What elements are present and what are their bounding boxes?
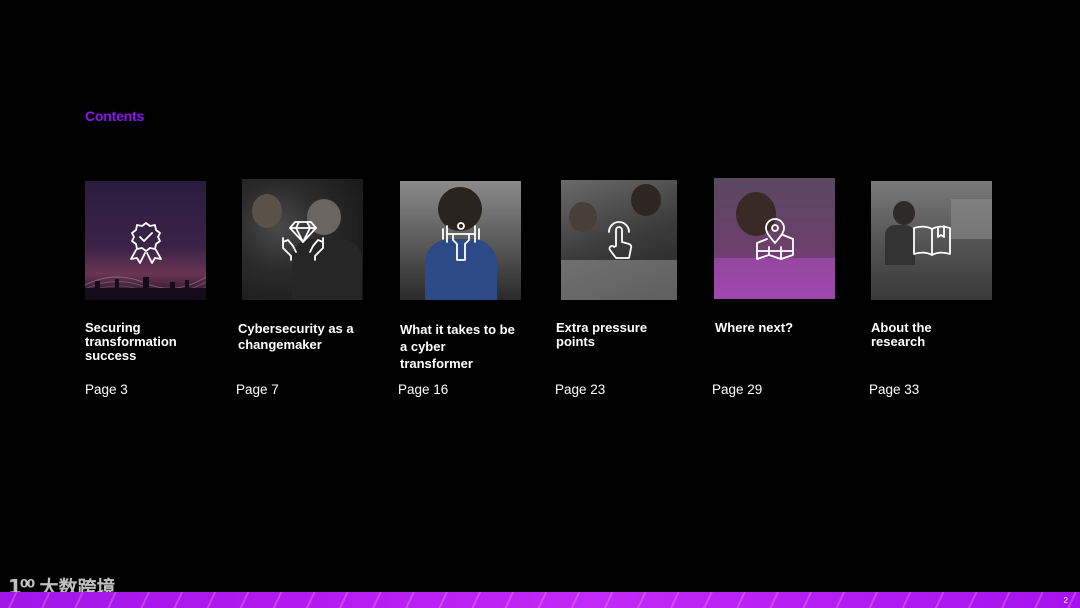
- item-title-6: About the research: [871, 320, 932, 349]
- page-title: Contents: [85, 108, 145, 124]
- item-page-1: Page 3: [85, 382, 128, 397]
- thumbnail-4: [561, 180, 677, 300]
- dumbbell-lift-icon: [441, 221, 480, 261]
- thumbnail-3: [400, 181, 521, 300]
- item-title-2: Cybersecurity as a changemaker: [238, 321, 354, 352]
- slide-number: 2: [1063, 596, 1068, 605]
- item-title-1: Securing transformation success: [85, 320, 177, 363]
- thumbnail-1: [85, 181, 206, 300]
- award-ribbon-icon: [129, 221, 162, 264]
- item-page-2: Page 7: [236, 382, 279, 397]
- item-page-3: Page 16: [398, 382, 449, 397]
- hands-diamond-icon: [281, 220, 324, 261]
- thumbnail-2: [242, 179, 363, 300]
- thumbnail-6: [871, 181, 992, 300]
- item-page-5: Page 29: [712, 382, 763, 397]
- item-title-3: What it takes to be a cyber transformer: [400, 322, 515, 371]
- item-page-4: Page 23: [555, 382, 606, 397]
- pointer-hand-icon: [608, 221, 633, 259]
- item-page-6: Page 33: [869, 382, 920, 397]
- thumbnail-5: [714, 178, 835, 299]
- item-title-5: Where next?: [715, 320, 794, 335]
- open-book-icon: [912, 224, 951, 256]
- item-title-4: Extra pressure points: [556, 320, 648, 349]
- footer-bar: 2: [0, 592, 1080, 608]
- map-pin-icon: [755, 217, 794, 260]
